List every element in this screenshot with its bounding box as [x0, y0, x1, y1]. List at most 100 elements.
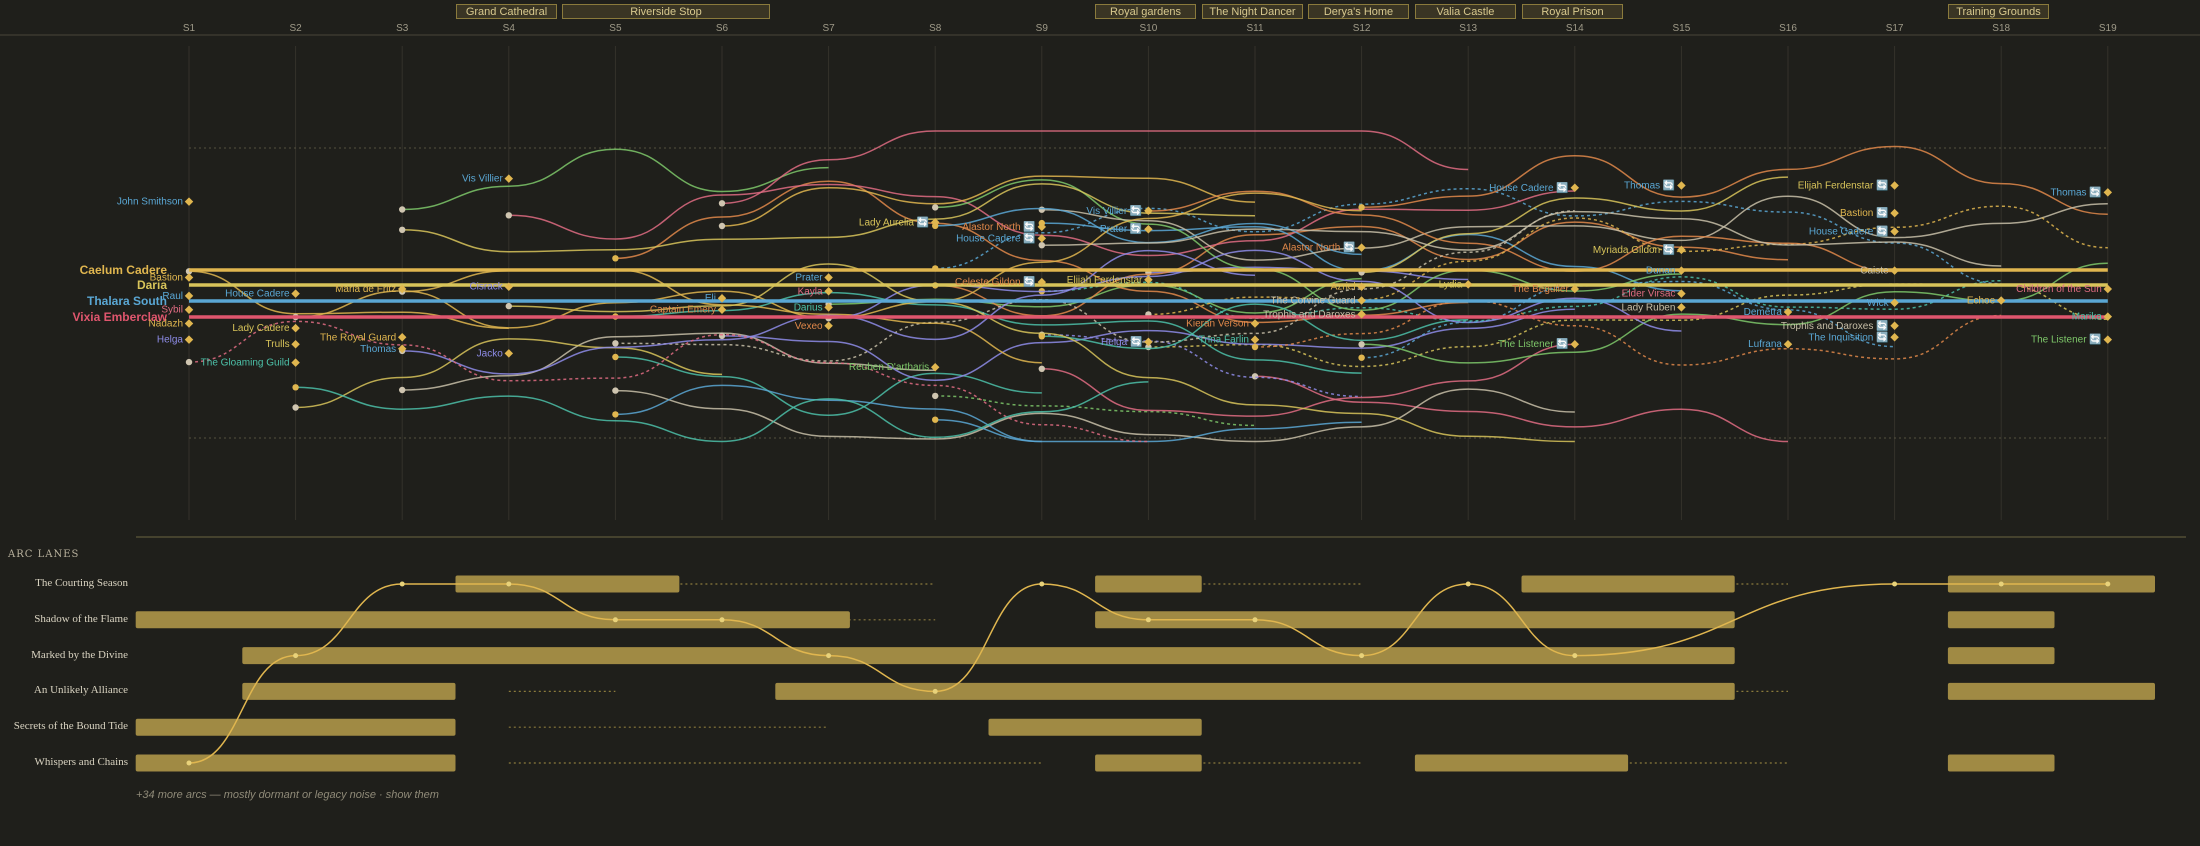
session-label[interactable]: S3 [396, 23, 409, 34]
character-label[interactable]: The Gloaming Guild [201, 358, 290, 369]
more-arcs-link[interactable]: +34 more arcs — mostly dormant or legacy… [136, 789, 439, 801]
character-label[interactable]: Thomas 🔄 [1624, 179, 1675, 192]
character-label[interactable]: The Listener 🔄 [1498, 337, 1569, 350]
character-label[interactable]: Eli [705, 293, 716, 304]
character-label[interactable]: Myriada Gildon 🔄 [1593, 243, 1675, 256]
character-label[interactable]: Kieran Verson [1186, 319, 1249, 330]
character-label[interactable]: House Cadere 🔄 [956, 231, 1036, 244]
arc-active-bar[interactable] [1095, 754, 1202, 772]
character-label[interactable]: House Cadere [225, 289, 290, 300]
arc-active-bar[interactable] [1414, 754, 1629, 772]
arc-path-node[interactable] [1039, 581, 1045, 587]
arc-path-node[interactable] [2105, 581, 2111, 587]
appearance-node[interactable] [399, 226, 406, 233]
appearance-node[interactable] [292, 404, 299, 411]
arc-active-bar[interactable] [135, 754, 456, 772]
location-chip[interactable]: Training Grounds [1948, 4, 2049, 19]
session-label[interactable]: S15 [1673, 23, 1691, 34]
main-character-name[interactable]: Thalara South [87, 294, 167, 308]
character-label[interactable]: John Smithson [117, 197, 183, 208]
arc-path-node[interactable] [1252, 617, 1258, 623]
arc-active-bar[interactable] [1095, 575, 1202, 593]
arc-path-node[interactable] [1145, 617, 1151, 623]
arc-lane-label[interactable]: The Courting Season [35, 577, 128, 589]
character-label[interactable]: Demetra [1744, 307, 1783, 318]
character-label[interactable]: House Cadere 🔄 [1489, 181, 1569, 194]
appearance-node[interactable] [718, 332, 726, 340]
arc-path-node[interactable] [399, 581, 405, 587]
session-label[interactable]: S2 [289, 23, 302, 34]
arc-path-node[interactable] [612, 617, 618, 623]
character-label[interactable]: Nadazh [149, 319, 183, 330]
arc-path-node[interactable] [186, 760, 192, 766]
character-label[interactable]: Jacko [477, 348, 504, 359]
character-label[interactable]: Azriel [1331, 282, 1356, 293]
character-label[interactable]: Trina Farlin [1199, 335, 1249, 346]
character-label[interactable]: Trophis and Daroxes 🔄 [1781, 319, 1889, 332]
session-label[interactable]: S4 [503, 23, 516, 34]
session-label[interactable]: S18 [1992, 23, 2010, 34]
character-label[interactable]: Wick [1867, 298, 1890, 309]
character-label[interactable]: Bastion 🔄 [1840, 206, 1889, 219]
character-label[interactable]: Caiste [1860, 266, 1889, 277]
arc-path-node[interactable] [932, 688, 938, 694]
location-chip[interactable]: Derya's Home [1308, 4, 1409, 19]
character-label[interactable]: Elijah Ferdenstar 🔄 [1798, 179, 1889, 192]
session-label[interactable]: S19 [2099, 23, 2117, 34]
character-thread[interactable] [935, 395, 1256, 427]
arc-path-node[interactable] [1572, 653, 1578, 659]
character-label[interactable]: Vis Villier 🔄 [1086, 204, 1142, 217]
location-chip[interactable]: Riverside Stop [562, 4, 770, 19]
character-label[interactable]: Captain Emery [650, 305, 716, 316]
arc-path-node[interactable] [1998, 581, 2004, 587]
session-label[interactable]: S9 [1036, 23, 1049, 34]
location-chip[interactable]: Valia Castle [1415, 4, 1516, 19]
character-label[interactable]: Vis Villier [462, 174, 503, 185]
appearance-node[interactable] [399, 206, 406, 213]
arc-lane-label[interactable]: Secrets of the Bound Tide [14, 720, 128, 732]
session-label[interactable]: S5 [609, 23, 622, 34]
session-label[interactable]: S14 [1566, 23, 1584, 34]
arc-path-node[interactable] [719, 617, 725, 623]
appearance-node[interactable] [1038, 242, 1046, 249]
arc-active-bar[interactable] [1947, 682, 2155, 700]
arc-lane-label[interactable]: Shadow of the Flame [34, 613, 128, 625]
appearance-node[interactable] [505, 302, 512, 310]
character-thread[interactable] [1041, 343, 1575, 417]
character-label[interactable]: Lady Aurelia 🔄 [859, 215, 929, 228]
character-label[interactable]: Darius [794, 302, 823, 313]
character-label[interactable]: Cisrack [469, 282, 503, 293]
character-label[interactable]: Prater [795, 273, 823, 284]
character-label[interactable]: Lady Cadere [232, 323, 290, 334]
appearance-node[interactable] [612, 255, 619, 262]
arc-active-bar[interactable] [1947, 611, 2055, 629]
character-label[interactable]: Children of the Sun [2016, 284, 2102, 295]
session-label[interactable]: S17 [1886, 23, 1904, 34]
character-label[interactable]: Kayla [798, 286, 823, 297]
character-label[interactable]: Raul [162, 291, 183, 302]
location-chip[interactable]: Grand Cathedral [456, 4, 557, 19]
appearance-node[interactable] [1251, 343, 1259, 351]
character-label[interactable]: Helga [157, 335, 184, 346]
character-thread[interactable] [1254, 375, 1789, 443]
character-label[interactable]: The Corvine Guard [1271, 296, 1356, 307]
character-label[interactable]: The Royal Guard [320, 332, 396, 343]
character-label[interactable]: The Listener 🔄 [2031, 333, 2102, 346]
character-label[interactable]: Alastor North 🔄 [1282, 241, 1356, 254]
appearance-node[interactable] [399, 386, 406, 394]
appearance-node[interactable] [612, 411, 619, 418]
appearance-node[interactable] [612, 340, 619, 347]
character-label[interactable]: Thomas 🔄 [2050, 185, 2101, 198]
character-label[interactable]: Lady Ruben [1621, 302, 1675, 313]
appearance-node[interactable] [718, 222, 726, 230]
character-label[interactable]: Alastor North 🔄 [962, 220, 1036, 233]
character-thread[interactable] [721, 130, 1469, 205]
arc-active-bar[interactable] [988, 718, 1202, 736]
character-label[interactable]: Lufrana [1748, 339, 1782, 350]
character-label[interactable]: Trophis and Daroxes [1263, 309, 1355, 320]
arc-active-bar[interactable] [1521, 575, 1735, 593]
character-label[interactable]: Dunan [1646, 266, 1675, 277]
appearance-node[interactable] [932, 204, 939, 211]
character-label[interactable]: Celeste Gildon 🔄 [955, 275, 1036, 288]
character-label[interactable]: The Beguiler [1512, 284, 1569, 295]
